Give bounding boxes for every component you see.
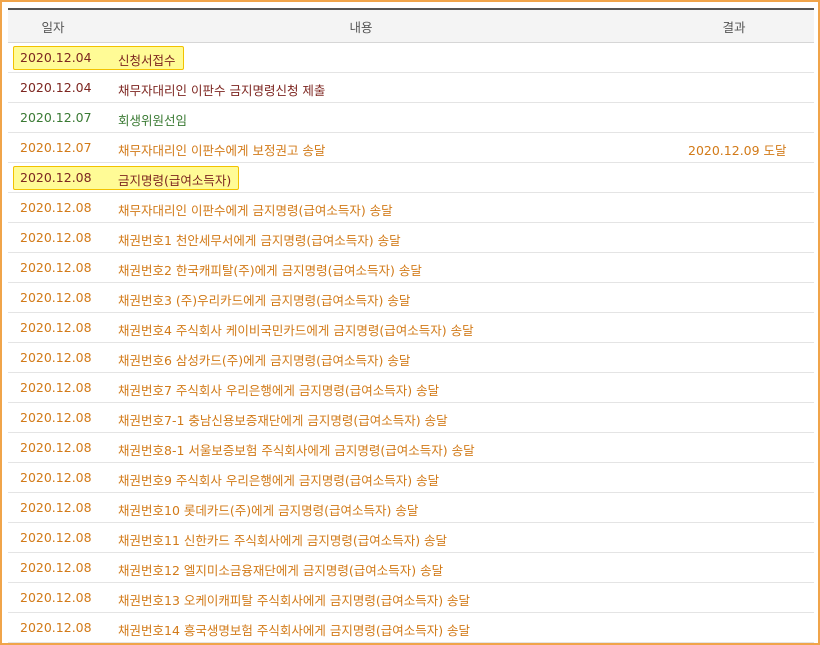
table-row: 2020.12.08 채권번호3 (주)우리카드에게 금지명령(급여소득자) 송달 [8, 283, 814, 313]
case-progress-table: 일자 내용 결과 2020.12.04 신청서접수 2020.12.04 채무자대리인… [8, 8, 814, 643]
row-content: 금지명령(급여소득자) [118, 173, 232, 188]
table-row: 2020.12.04 채무자대리인 이판수 금지명령신청 제출 [8, 73, 814, 103]
table-row: 2020.12.08 채권번호12 엘지미소금융재단에게 금지명령(급여소득자) … [8, 553, 814, 583]
table-row: 2020.12.08 채권번호14 흥국생명보험 주식회사에게 금지명령(급여소득… [8, 613, 814, 643]
row-content: 채권번호1 천안세무서에게 금지명령(급여소득자) 송달 [118, 233, 401, 248]
row-content: 채권번호13 오케이캐피탈 주식회사에게 금지명령(급여소득자) 송달 [118, 593, 471, 608]
row-date: 2020.12.08 [20, 350, 92, 365]
table-row: 2020.12.08 채권번호6 삼성카드(주)에게 금지명령(급여소득자) 송달 [8, 343, 814, 373]
row-content: 채권번호11 신한카드 주식회사에게 금지명령(급여소득자) 송달 [118, 533, 448, 548]
row-date: 2020.12.08 [20, 170, 92, 185]
row-date: 2020.12.08 [20, 200, 92, 215]
row-content: 채권번호14 흥국생명보험 주식회사에게 금지명령(급여소득자) 송달 [118, 623, 471, 638]
table-row: 2020.12.04 신청서접수 [8, 43, 814, 73]
row-date: 2020.12.08 [20, 530, 92, 545]
row-date: 2020.12.08 [20, 410, 92, 425]
row-content: 채무자대리인 이판수에게 보정권고 송달 [118, 143, 326, 158]
table-row: 2020.12.08 채권번호2 한국캐피탈(주)에게 금지명령(급여소득자) 송… [8, 253, 814, 283]
row-date: 2020.12.08 [20, 620, 92, 635]
row-content: 채권번호7 주식회사 우리은행에게 금지명령(급여소득자) 송달 [118, 383, 440, 398]
row-result: 2020.12.09 도달 [688, 143, 787, 158]
row-content: 채무자대리인 이판수 금지명령신청 제출 [118, 83, 326, 98]
date-column-header: 일자 [41, 19, 65, 35]
table-row: 2020.12.07 채무자대리인 이판수에게 보정권고 송달 2020.12.09… [8, 133, 814, 163]
table-row: 2020.12.08 채권번호8-1 서울보증보험 주식회사에게 금지명령(급여소… [8, 433, 814, 463]
row-content: 채권번호9 주식회사 우리은행에게 금지명령(급여소득자) 송달 [118, 473, 440, 488]
table-row: 2020.12.08 채권번호13 오케이캐피탈 주식회사에게 금지명령(급여소득… [8, 583, 814, 613]
row-date: 2020.12.04 [20, 50, 92, 65]
row-content: 채권번호2 한국캐피탈(주)에게 금지명령(급여소득자) 송달 [118, 263, 422, 278]
table-row: 2020.12.08 채권번호10 롯데카드(주)에게 금지명령(급여소득자) 송… [8, 493, 814, 523]
row-date: 2020.12.04 [20, 80, 92, 95]
table-row: 2020.12.08 채권번호7 주식회사 우리은행에게 금지명령(급여소득자) … [8, 373, 814, 403]
row-date: 2020.12.08 [20, 260, 92, 275]
row-content: 신청서접수 [118, 53, 176, 68]
row-content: 채권번호8-1 서울보증보험 주식회사에게 금지명령(급여소득자) 송달 [118, 443, 475, 458]
screenshot-frame: 일자 내용 결과 2020.12.04 신청서접수 2020.12.04 채무자대리인… [0, 0, 820, 645]
row-content: 채권번호6 삼성카드(주)에게 금지명령(급여소득자) 송달 [118, 353, 411, 368]
table-row: 2020.12.08 채권번호4 주식회사 케이비국민카드에게 금지명령(급여소득… [8, 313, 814, 343]
row-date: 2020.12.07 [20, 110, 92, 125]
content-column-header: 내용 [349, 19, 373, 35]
row-date: 2020.12.07 [20, 140, 92, 155]
row-content: 채무자대리인 이판수에게 금지명령(급여소득자) 송달 [118, 203, 393, 218]
row-date: 2020.12.08 [20, 590, 92, 605]
table-row: 2020.12.08 금지명령(급여소득자) [8, 163, 814, 193]
row-content: 채권번호4 주식회사 케이비국민카드에게 금지명령(급여소득자) 송달 [118, 323, 474, 338]
table-row: 2020.12.08 채권번호7-1 충남신용보증재단에게 금지명령(급여소득자)… [8, 403, 814, 433]
row-date: 2020.12.08 [20, 380, 92, 395]
row-date: 2020.12.08 [20, 230, 92, 245]
row-content: 채권번호10 롯데카드(주)에게 금지명령(급여소득자) 송달 [118, 503, 419, 518]
row-date: 2020.12.08 [20, 440, 92, 455]
row-date: 2020.12.08 [20, 320, 92, 335]
row-content: 채권번호3 (주)우리카드에게 금지명령(급여소득자) 송달 [118, 293, 411, 308]
row-date: 2020.12.08 [20, 470, 92, 485]
table-header: 일자 내용 결과 [8, 8, 814, 43]
row-content: 채권번호7-1 충남신용보증재단에게 금지명령(급여소득자) 송달 [118, 413, 448, 428]
table-row: 2020.12.08 채권번호9 주식회사 우리은행에게 금지명령(급여소득자) … [8, 463, 814, 493]
table-body: 2020.12.04 신청서접수 2020.12.04 채무자대리인 이판수 금지명령… [8, 43, 814, 643]
row-date: 2020.12.08 [20, 560, 92, 575]
table-row: 2020.12.08 채무자대리인 이판수에게 금지명령(급여소득자) 송달 [8, 193, 814, 223]
row-date: 2020.12.08 [20, 500, 92, 515]
table-row: 2020.12.08 채권번호11 신한카드 주식회사에게 금지명령(급여소득자)… [8, 523, 814, 553]
table-row: 2020.12.08 채권번호1 천안세무서에게 금지명령(급여소득자) 송달 [8, 223, 814, 253]
result-column-header: 결과 [722, 19, 746, 35]
table-row: 2020.12.07 회생위원선임 [8, 103, 814, 133]
row-content: 채권번호12 엘지미소금융재단에게 금지명령(급여소득자) 송달 [118, 563, 444, 578]
row-date: 2020.12.08 [20, 290, 92, 305]
row-content: 회생위원선임 [118, 113, 188, 128]
